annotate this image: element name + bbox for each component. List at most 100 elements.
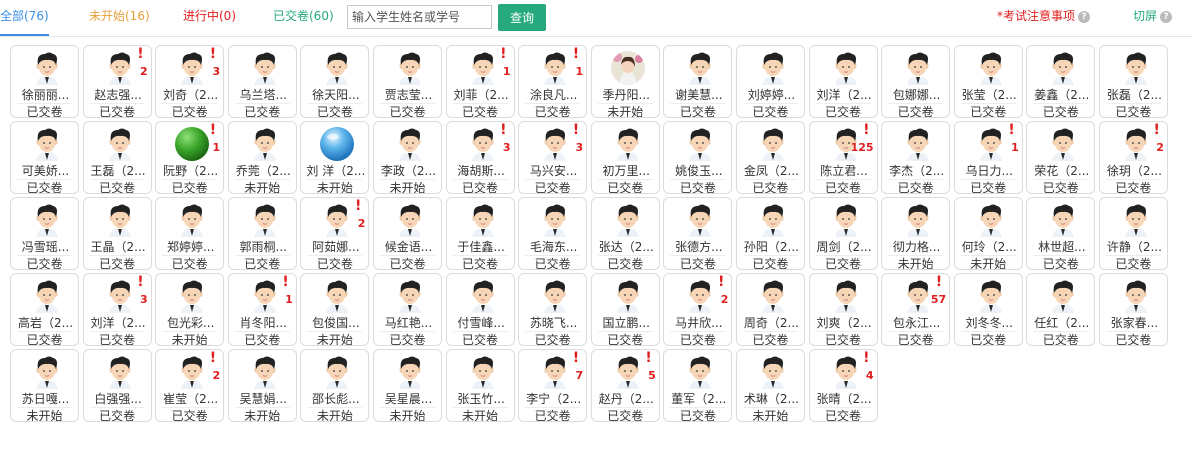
student-card[interactable]: 姚俊玉... 已交卷	[663, 121, 733, 194]
student-card[interactable]: 阮野（2... 已交卷! 1	[155, 121, 225, 194]
student-card[interactable]: 徐天阳... 已交卷	[300, 45, 370, 118]
exclamation-icon: !	[137, 46, 144, 62]
student-card[interactable]: 冯雪瑶... 已交卷	[10, 197, 79, 270]
student-card[interactable]: 周奇（2... 已交卷	[735, 273, 805, 346]
student-card[interactable]: 候金语... 已交卷	[372, 197, 442, 270]
student-card[interactable]: 季丹阳... 未开始	[590, 45, 660, 118]
student-card[interactable]: 刘奇（2... 已交卷! 3	[155, 45, 225, 118]
student-card[interactable]: 术琳（2... 未开始	[735, 349, 805, 422]
student-card[interactable]: 乔莞（2... 未开始	[227, 121, 297, 194]
student-card[interactable]: 苏晓飞... 已交卷	[518, 273, 588, 346]
student-name: 徐天阳...	[312, 88, 360, 102]
student-card[interactable]: 任红（2... 已交卷	[1026, 273, 1096, 346]
student-card[interactable]: 张家春... 已交卷	[1098, 273, 1168, 346]
student-card[interactable]: 邵长彪... 未开始	[300, 349, 370, 422]
student-card[interactable]: 于佳鑫... 已交卷	[445, 197, 515, 270]
student-avatar	[466, 355, 500, 389]
student-card[interactable]: 包光彩... 未开始	[155, 273, 225, 346]
student-card[interactable]: 初万里... 已交卷	[590, 121, 660, 194]
student-card[interactable]: 刘婷婷... 已交卷	[735, 45, 805, 118]
student-card[interactable]: 张莹（2... 已交卷	[953, 45, 1023, 118]
student-card[interactable]: 马红艳... 已交卷	[372, 273, 442, 346]
student-card[interactable]: 张德方... 已交卷	[663, 197, 733, 270]
student-card[interactable]: 赵丹（2... 已交卷! 5	[590, 349, 660, 422]
student-avatar	[248, 279, 282, 313]
student-card[interactable]: 可美娇... 已交卷	[10, 121, 79, 194]
alert-count: 3	[575, 141, 584, 154]
student-card[interactable]: 赵志强... 已交卷! 2	[82, 45, 152, 118]
student-card[interactable]: 国立鹏... 已交卷	[590, 273, 660, 346]
student-card[interactable]: 包娜娜... 已交卷	[881, 45, 951, 118]
student-avatar	[248, 51, 282, 85]
student-name: 海胡斯...	[457, 164, 505, 178]
student-card[interactable]: 李政（2... 未开始	[372, 121, 442, 194]
student-card[interactable]: 白强强... 已交卷	[82, 349, 152, 422]
student-card[interactable]: 肖冬阳... 已交卷! 1	[227, 273, 297, 346]
student-card[interactable]: 陈立君... 已交卷! 125	[808, 121, 878, 194]
student-card[interactable]: 包永江... 已交卷! 57	[881, 273, 951, 346]
student-card[interactable]: 徐玥（2... 已交卷! 2	[1098, 121, 1168, 194]
student-card[interactable]: 徐丽丽... 已交卷	[10, 45, 79, 118]
switch-screen-link[interactable]: 切屏?	[1133, 0, 1173, 32]
student-card[interactable]: 刘菲（2... 已交卷! 1	[445, 45, 515, 118]
student-card[interactable]: 周剑（2... 已交卷	[808, 197, 878, 270]
student-status: 已交卷	[897, 181, 934, 194]
student-name: 周剑（2...	[816, 240, 872, 254]
student-card[interactable]: 崔莹（2... 已交卷! 2	[155, 349, 225, 422]
tab-in-progress[interactable]: 进行中(0)	[183, 0, 236, 35]
student-card[interactable]: 马兴安... 已交卷! 3	[518, 121, 588, 194]
tab-all[interactable]: 全部(76)	[0, 0, 49, 36]
student-card[interactable]: 王磊（2... 已交卷	[82, 121, 152, 194]
student-name: 刘洋（2...	[816, 88, 872, 102]
student-status: 已交卷	[897, 333, 934, 346]
student-card[interactable]: 张晴（2... 已交卷! 4	[808, 349, 878, 422]
student-avatar	[683, 355, 717, 389]
student-card[interactable]: 李宁（2... 已交卷! 7	[518, 349, 588, 422]
query-button[interactable]: 查询	[498, 4, 546, 31]
student-card[interactable]: 林世超... 已交卷	[1026, 197, 1096, 270]
student-card[interactable]: 王晶（2... 已交卷	[82, 197, 152, 270]
student-card[interactable]: 阿茹娜... 已交卷! 2	[300, 197, 370, 270]
student-card[interactable]: 郑婷婷... 已交卷	[155, 197, 225, 270]
student-card[interactable]: 谢美慧... 已交卷	[663, 45, 733, 118]
student-card[interactable]: 吴慧娟... 未开始	[227, 349, 297, 422]
student-card[interactable]: 金凤（2... 已交卷	[735, 121, 805, 194]
student-card[interactable]: 姜鑫（2... 已交卷	[1026, 45, 1096, 118]
tab-submitted[interactable]: 已交卷(60)	[273, 0, 334, 35]
student-card[interactable]: 刘洋（2... 已交卷	[808, 45, 878, 118]
student-card[interactable]: 许静（2... 已交卷	[1098, 197, 1168, 270]
tab-not-started[interactable]: 未开始(16)	[89, 0, 150, 35]
student-card[interactable]: 吴星晨... 未开始	[372, 349, 442, 422]
student-card[interactable]: 付雪峰... 已交卷	[445, 273, 515, 346]
student-card[interactable]: 马井欣... 已交卷! 2	[663, 273, 733, 346]
student-card[interactable]: 董军（2... 已交卷	[663, 349, 733, 422]
student-card[interactable]: 何玲（2... 未开始	[953, 197, 1023, 270]
student-card[interactable]: 刘爽（2... 已交卷	[808, 273, 878, 346]
exam-notice-link[interactable]: *考试注意事项?	[997, 0, 1091, 32]
student-card[interactable]: 李杰（2... 已交卷	[881, 121, 951, 194]
student-card[interactable]: 孙阳（2... 已交卷	[735, 197, 805, 270]
student-card[interactable]: 刘冬冬... 已交卷	[953, 273, 1023, 346]
student-status: 已交卷	[99, 181, 136, 194]
student-card[interactable]: 刘洋（2... 已交卷! 3	[82, 273, 152, 346]
student-card[interactable]: 高岩（2... 已交卷	[10, 273, 79, 346]
student-card[interactable]: 郭雨桐... 已交卷	[227, 197, 297, 270]
student-card[interactable]: 苏日嘎... 未开始	[10, 349, 79, 422]
search-input[interactable]	[347, 5, 492, 29]
student-card[interactable]: 刘 洋（2... 未开始	[300, 121, 370, 194]
student-card[interactable]: 荣花（2... 已交卷	[1026, 121, 1096, 194]
student-card[interactable]: 张达（2... 已交卷	[590, 197, 660, 270]
student-card[interactable]: 涂良凡... 已交卷! 1	[518, 45, 588, 118]
student-card[interactable]: 彻力格... 未开始	[881, 197, 951, 270]
student-card[interactable]: 乌日力... 已交卷! 1	[953, 121, 1023, 194]
student-avatar	[829, 355, 863, 389]
student-card[interactable]: 海胡斯... 已交卷! 3	[445, 121, 515, 194]
student-name: 刘奇（2...	[163, 88, 219, 102]
student-card[interactable]: 贾志莹... 已交卷	[372, 45, 442, 118]
student-card[interactable]: 张磊（2... 已交卷	[1098, 45, 1168, 118]
student-card[interactable]: 张玉竹... 未开始	[445, 349, 515, 422]
student-card[interactable]: 包俊国... 未开始	[300, 273, 370, 346]
student-name: 任红（2...	[1034, 316, 1090, 330]
student-card[interactable]: 乌兰塔... 已交卷	[227, 45, 297, 118]
student-card[interactable]: 毛海东... 已交卷	[518, 197, 588, 270]
